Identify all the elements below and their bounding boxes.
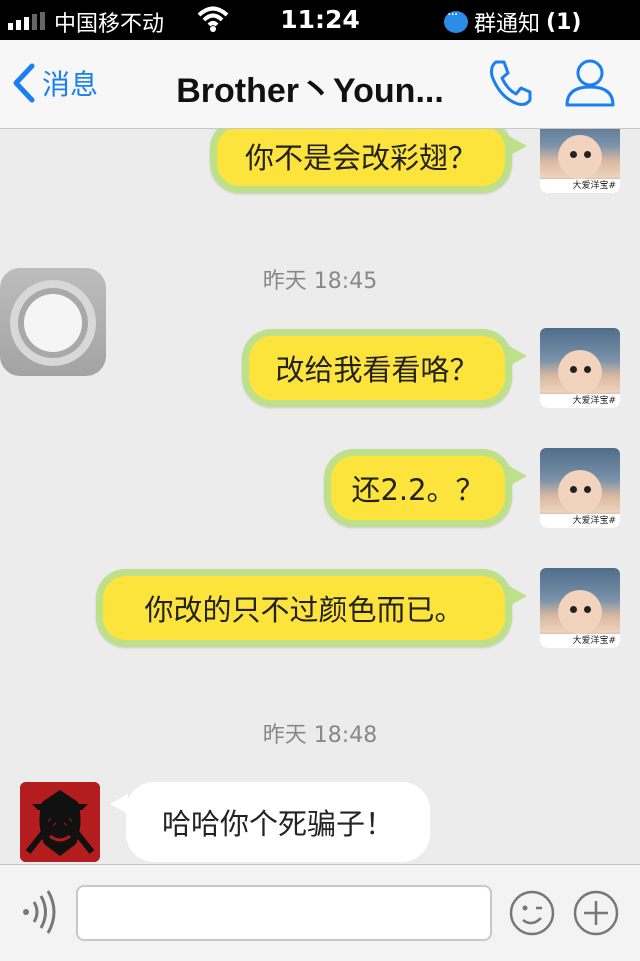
message-text: 还2.2。？: [351, 473, 485, 507]
navigation-bar: 消息 Brother丶Youn...: [0, 40, 640, 129]
notification-label: 群通知: [474, 12, 541, 37]
chat-area[interactable]: 你不是会改彩翅？ 大爱洋宝# 昨天 18:45 改给我看看咯？ 大爱洋宝# 还2…: [0, 129, 640, 864]
message-bubble-incoming[interactable]: 哈哈你个死骗子！: [110, 782, 430, 862]
back-button[interactable]: 消息: [8, 62, 98, 104]
timestamp: 昨天 18:48: [262, 723, 378, 748]
avatar-caption: 大爱洋宝#: [540, 514, 620, 528]
message-bubble-outgoing[interactable]: 你不是会改彩翅？: [210, 129, 527, 193]
voice-icon[interactable]: [18, 889, 58, 935]
avatar-caption: 大爱洋宝#: [540, 394, 620, 408]
avatar[interactable]: [20, 782, 100, 862]
message-bubble-outgoing[interactable]: 你改的只不过颜色而已。: [96, 569, 527, 647]
avatar-caption: 大爱洋宝#: [540, 179, 620, 193]
message-text: 你改的只不过颜色而已。: [144, 593, 464, 627]
assistive-touch-button[interactable]: [0, 268, 106, 376]
message-input[interactable]: [76, 885, 492, 941]
plus-icon[interactable]: [572, 889, 620, 937]
message-bubble-outgoing[interactable]: 还2.2。？: [324, 449, 527, 527]
input-bar: [0, 864, 640, 961]
phone-icon[interactable]: [486, 58, 532, 108]
message-text: 你不是会改彩翅？: [244, 141, 477, 175]
vendetta-mask-icon: [20, 782, 100, 862]
back-chevron-icon: [13, 63, 35, 103]
avatar[interactable]: 大爱洋宝#: [540, 448, 620, 528]
back-label: 消息: [42, 68, 99, 101]
group-notification[interactable]: 群通知 (1): [444, 6, 581, 38]
notification-count: (1): [546, 9, 582, 35]
chat-bubble-icon: [444, 7, 468, 33]
avatar[interactable]: 大爱洋宝#: [540, 568, 620, 648]
message-bubble-outgoing[interactable]: 改给我看看咯？: [242, 329, 527, 407]
avatar-caption: 大爱洋宝#: [540, 634, 620, 648]
status-bar: 中国移不动 11:24 群通知 (1): [0, 0, 640, 40]
message-text: 改给我看看咯？: [275, 353, 479, 387]
avatar[interactable]: 大爱洋宝#: [540, 129, 620, 193]
contact-icon[interactable]: [564, 56, 616, 108]
avatar[interactable]: 大爱洋宝#: [540, 328, 620, 408]
message-text: 哈哈你个死骗子！: [161, 807, 394, 841]
emoji-icon[interactable]: [508, 889, 556, 937]
conversation-title: Brother丶Youn...: [176, 72, 444, 110]
